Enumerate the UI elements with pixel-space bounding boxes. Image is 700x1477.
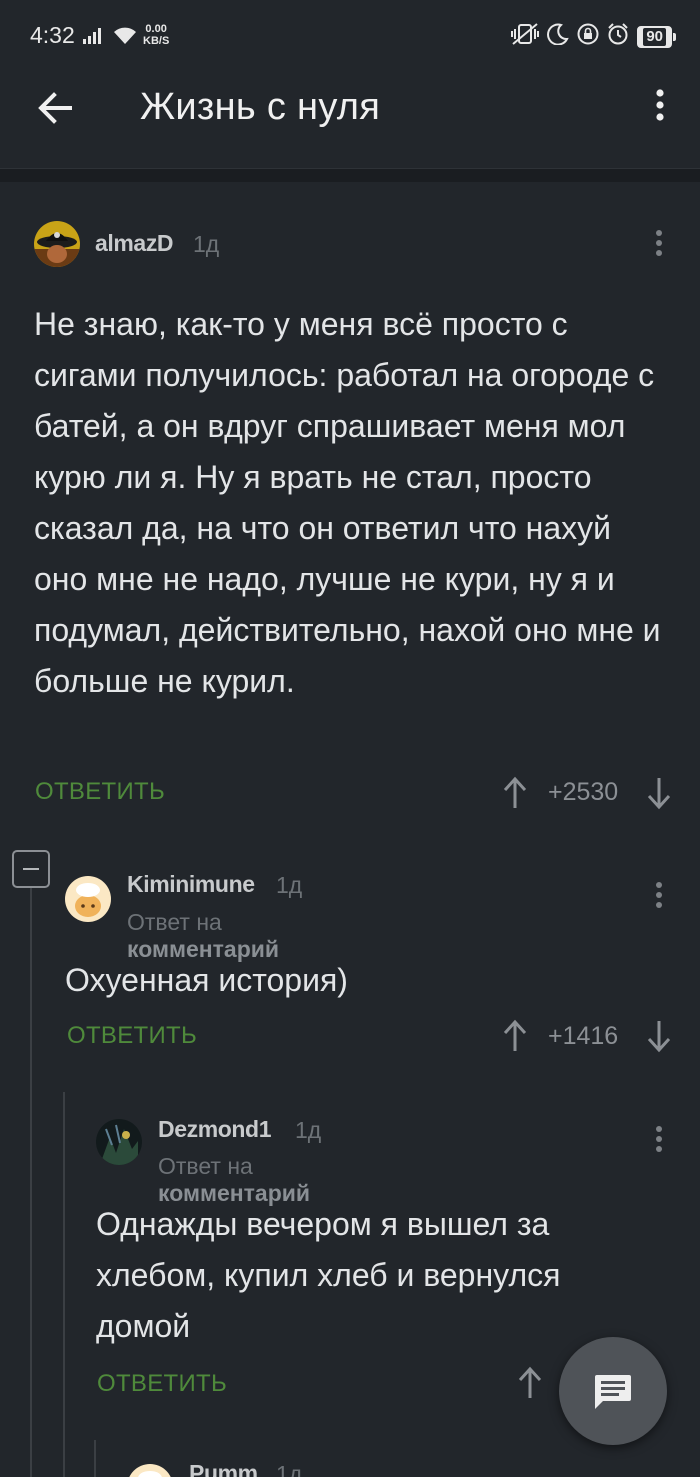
comment-author[interactable]: almazD <box>95 230 174 257</box>
reply-button[interactable]: ОТВЕТИТЬ <box>35 778 165 806</box>
comment-author[interactable]: Kiminimune <box>127 871 255 898</box>
comment-rating: +1416 <box>548 1022 619 1050</box>
comment-rating: +2530 <box>548 778 619 806</box>
avatar[interactable] <box>65 876 111 922</box>
battery-level: 90 <box>643 27 666 46</box>
lock-icon <box>577 23 599 50</box>
avatar[interactable] <box>127 1464 173 1477</box>
app-bar: Жизнь с нуля <box>0 72 700 168</box>
do-not-disturb-icon <box>547 23 570 50</box>
comment-age: 1д <box>193 231 220 257</box>
more-vertical-icon[interactable] <box>651 1124 667 1156</box>
comment-text: Не знаю, как-то у меня всё просто с сига… <box>34 306 661 699</box>
status-bar: 4:32 0.00 KB/S 90 <box>0 0 700 72</box>
network-speed-unit: KB/S <box>143 35 170 47</box>
avatar[interactable] <box>34 221 80 267</box>
arrow-up-icon[interactable] <box>517 1366 543 1400</box>
arrow-left-icon[interactable] <box>32 84 80 132</box>
comment-age: 1д <box>276 872 303 898</box>
avatar[interactable] <box>96 1119 142 1165</box>
comment-text: Однажды вечером я вышел за хлебом, купил… <box>96 1206 561 1344</box>
more-vertical-icon[interactable] <box>651 228 667 260</box>
write-comment-button[interactable] <box>559 1337 667 1445</box>
network-speed-value: 0.00 <box>145 23 167 35</box>
thread-line <box>94 1440 96 1477</box>
arrow-down-icon[interactable] <box>646 776 672 810</box>
comment-text: Охуенная история) <box>65 962 348 998</box>
reply-to-prefix: Ответ на <box>127 909 222 935</box>
collapse-thread-button[interactable] <box>12 850 50 888</box>
reply-to-prefix: Ответ на <box>158 1153 253 1179</box>
reply-button[interactable]: ОТВЕТИТЬ <box>97 1370 227 1398</box>
header-divider <box>0 168 700 182</box>
arrow-up-icon[interactable] <box>502 1019 528 1053</box>
wifi-icon <box>112 24 138 51</box>
signal-icon <box>83 26 105 49</box>
page-title: Жизнь с нуля <box>140 86 381 128</box>
more-vertical-icon[interactable] <box>650 86 670 126</box>
comment-icon <box>595 1375 631 1409</box>
reply-button[interactable]: ОТВЕТИТЬ <box>67 1022 197 1050</box>
comment-age: 1д <box>276 1461 303 1477</box>
status-icons: 90 <box>511 22 676 51</box>
status-time: 4:32 <box>30 22 75 48</box>
comment-author[interactable]: Pumm <box>189 1460 258 1477</box>
arrow-down-icon[interactable] <box>646 1019 672 1053</box>
comment-age: 1д <box>295 1117 322 1143</box>
more-vertical-icon[interactable] <box>651 880 667 912</box>
thread-line <box>63 1092 65 1477</box>
thread-line <box>30 888 32 1477</box>
comment-author[interactable]: Dezmond1 <box>158 1116 271 1143</box>
vibrate-icon <box>511 22 540 51</box>
alarm-icon <box>607 23 629 50</box>
arrow-up-icon[interactable] <box>502 776 528 810</box>
battery-icon: 90 <box>637 25 676 48</box>
network-speed: 0.00 KB/S <box>143 23 169 47</box>
